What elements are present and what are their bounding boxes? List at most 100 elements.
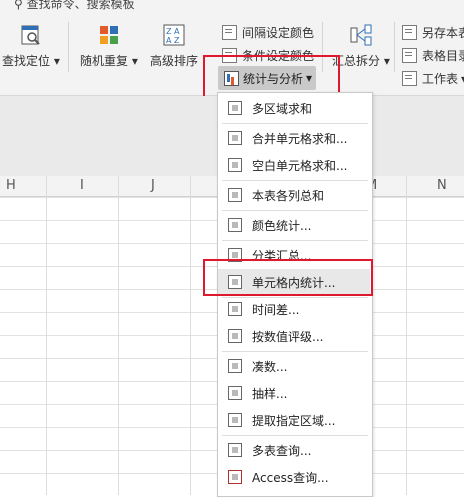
in-cell-stats-icon xyxy=(228,275,242,289)
rating-icon xyxy=(228,329,242,343)
random-icon xyxy=(99,26,118,44)
condition-color-label: 条件设定颜色 xyxy=(242,49,315,63)
merged-cell-icon xyxy=(228,131,242,145)
menu-item-label: 提取指定区域... xyxy=(252,413,336,428)
menu-item-label: 凑数... xyxy=(252,359,288,374)
menu-item-label: 单元格内统计... xyxy=(252,275,336,290)
svg-text:Z A: Z A xyxy=(166,27,180,36)
menu-item-label: 本表各列总和 xyxy=(252,188,325,203)
interval-color-label: 间隔设定颜色 xyxy=(242,26,315,40)
make-up-sum-icon xyxy=(228,359,242,373)
blank-cell-icon xyxy=(228,158,242,172)
menu-item-label: 按数值评级... xyxy=(252,329,324,344)
table-dir-label: 表格目录 xyxy=(422,49,464,63)
menu-divider xyxy=(222,180,368,181)
find-icon xyxy=(21,25,40,45)
menu-item-time-diff[interactable]: 时间差... xyxy=(218,296,370,322)
grid-line xyxy=(406,176,407,495)
save-table-icon xyxy=(402,25,417,40)
toolbar-ribbon: ⚲ 查找命令、搜索模板 查找定位 ▾ 随机重复 ▾ Z A A Z 高级排序 间… xyxy=(0,0,464,96)
menu-divider xyxy=(222,123,368,124)
menu-item-label: 空白单元格求和... xyxy=(252,158,348,173)
menu-item-label: 分类汇总... xyxy=(252,248,312,263)
stats-analysis-button[interactable]: 统计与分析 ▾ xyxy=(218,66,316,90)
menu-item-category-summary[interactable]: 分类汇总... xyxy=(218,242,370,268)
extract-area-icon xyxy=(228,413,242,427)
menu-item-label: 时间差... xyxy=(252,302,300,317)
menu-divider xyxy=(222,351,368,352)
stats-icon xyxy=(224,70,239,86)
condition-color-icon xyxy=(222,48,237,63)
multi-table-query-icon xyxy=(228,443,242,457)
menu-item-extract-area[interactable]: 提取指定区域... xyxy=(218,407,370,433)
menu-item-rating-by-value[interactable]: 按数值评级... xyxy=(218,323,370,349)
stats-analysis-label: 统计与分析 xyxy=(243,71,304,86)
worksheet-icon xyxy=(402,71,417,86)
menu-item-label: 合并单元格求和... xyxy=(252,131,348,146)
grid-line xyxy=(46,176,47,495)
find-locate-label: 查找定位 xyxy=(2,54,51,68)
menu-item-merged-cell-sum[interactable]: 合并单元格求和... xyxy=(218,125,370,151)
table-dir-button[interactable]: 表格目录 xyxy=(402,47,464,64)
column-totals-icon xyxy=(228,188,242,202)
chevron-down-icon: ▾ xyxy=(380,54,390,68)
ribbon-divider xyxy=(322,22,323,72)
advanced-sort-button[interactable]: Z A A Z 高级排序 xyxy=(150,24,198,69)
menu-divider xyxy=(222,435,368,436)
menu-item-label: 多区域求和 xyxy=(252,101,313,116)
column-header-n[interactable]: N xyxy=(437,178,447,193)
search-hint[interactable]: ⚲ 查找命令、搜索模板 xyxy=(14,0,135,12)
chevron-down-icon: ▾ xyxy=(306,71,313,85)
menu-item-multi-area-sum[interactable]: 多区域求和 xyxy=(218,95,370,121)
save-as-table-button[interactable]: 另存本表 xyxy=(402,24,464,41)
worksheet-button[interactable]: 工作表 ▾ xyxy=(402,70,464,87)
search-icon: ⚲ xyxy=(14,0,23,11)
svg-text:A Z: A Z xyxy=(166,36,180,45)
save-as-table-label: 另存本表 xyxy=(422,26,464,40)
menu-item-make-up-sum[interactable]: 凑数... xyxy=(218,353,370,379)
summary-split-button[interactable]: 汇总拆分 ▾ xyxy=(332,24,390,69)
menu-item-in-cell-stats[interactable]: 单元格内统计... xyxy=(218,269,370,295)
menu-item-color-stats[interactable]: 颜色统计... xyxy=(218,212,370,238)
menu-divider xyxy=(222,210,368,211)
summary-split-label: 汇总拆分 xyxy=(332,54,381,68)
access-icon xyxy=(228,470,242,484)
random-repeat-label: 随机重复 xyxy=(80,54,129,68)
advanced-sort-label: 高级排序 xyxy=(150,54,199,68)
menu-item-label: 颜色统计... xyxy=(252,218,312,233)
grid-line xyxy=(190,176,191,495)
chevron-down-icon: ▾ xyxy=(128,54,138,68)
search-hint-text: 查找命令、搜索模板 xyxy=(26,0,135,11)
menu-item-column-totals[interactable]: 本表各列总和 xyxy=(218,182,370,208)
category-summary-icon xyxy=(228,248,242,262)
random-repeat-button[interactable]: 随机重复 ▾ xyxy=(80,24,138,69)
worksheet-label: 工作表 xyxy=(422,72,459,86)
menu-item-sampling[interactable]: 抽样... xyxy=(218,380,370,406)
find-locate-button[interactable]: 查找定位 ▾ xyxy=(2,24,60,69)
table-dir-icon xyxy=(402,48,417,63)
menu-item-blank-cell-sum[interactable]: 空白单元格求和... xyxy=(218,152,370,178)
interval-color-button[interactable]: 间隔设定颜色 xyxy=(222,24,314,41)
color-stats-icon xyxy=(228,218,242,232)
summary-split-icon xyxy=(350,24,372,46)
column-header-j[interactable]: J xyxy=(151,178,155,193)
column-header-h[interactable]: H xyxy=(6,178,16,193)
menu-item-multi-table-query[interactable]: 多表查询... xyxy=(218,437,370,463)
chevron-down-icon: ▾ xyxy=(50,54,60,68)
menu-divider xyxy=(222,240,368,241)
condition-color-button[interactable]: 条件设定颜色 xyxy=(222,47,314,64)
menu-item-access-query[interactable]: Access查询... xyxy=(218,464,370,490)
sort-icon: Z A A Z xyxy=(163,24,185,46)
stats-analysis-menu: 多区域求和 合并单元格求和... 空白单元格求和... 本表各列总和 颜色统计.… xyxy=(217,92,373,497)
sum-icon xyxy=(228,101,242,115)
ribbon-divider xyxy=(68,22,69,72)
menu-item-label: 多表查询... xyxy=(252,443,312,458)
menu-item-label: 抽样... xyxy=(252,386,288,401)
column-header-i[interactable]: I xyxy=(80,178,84,193)
interval-color-icon xyxy=(222,25,237,40)
time-diff-icon xyxy=(228,302,242,316)
grid-line xyxy=(118,176,119,495)
ribbon-divider xyxy=(394,22,395,72)
menu-item-label: Access查询... xyxy=(252,470,329,485)
sampling-icon xyxy=(228,386,242,400)
